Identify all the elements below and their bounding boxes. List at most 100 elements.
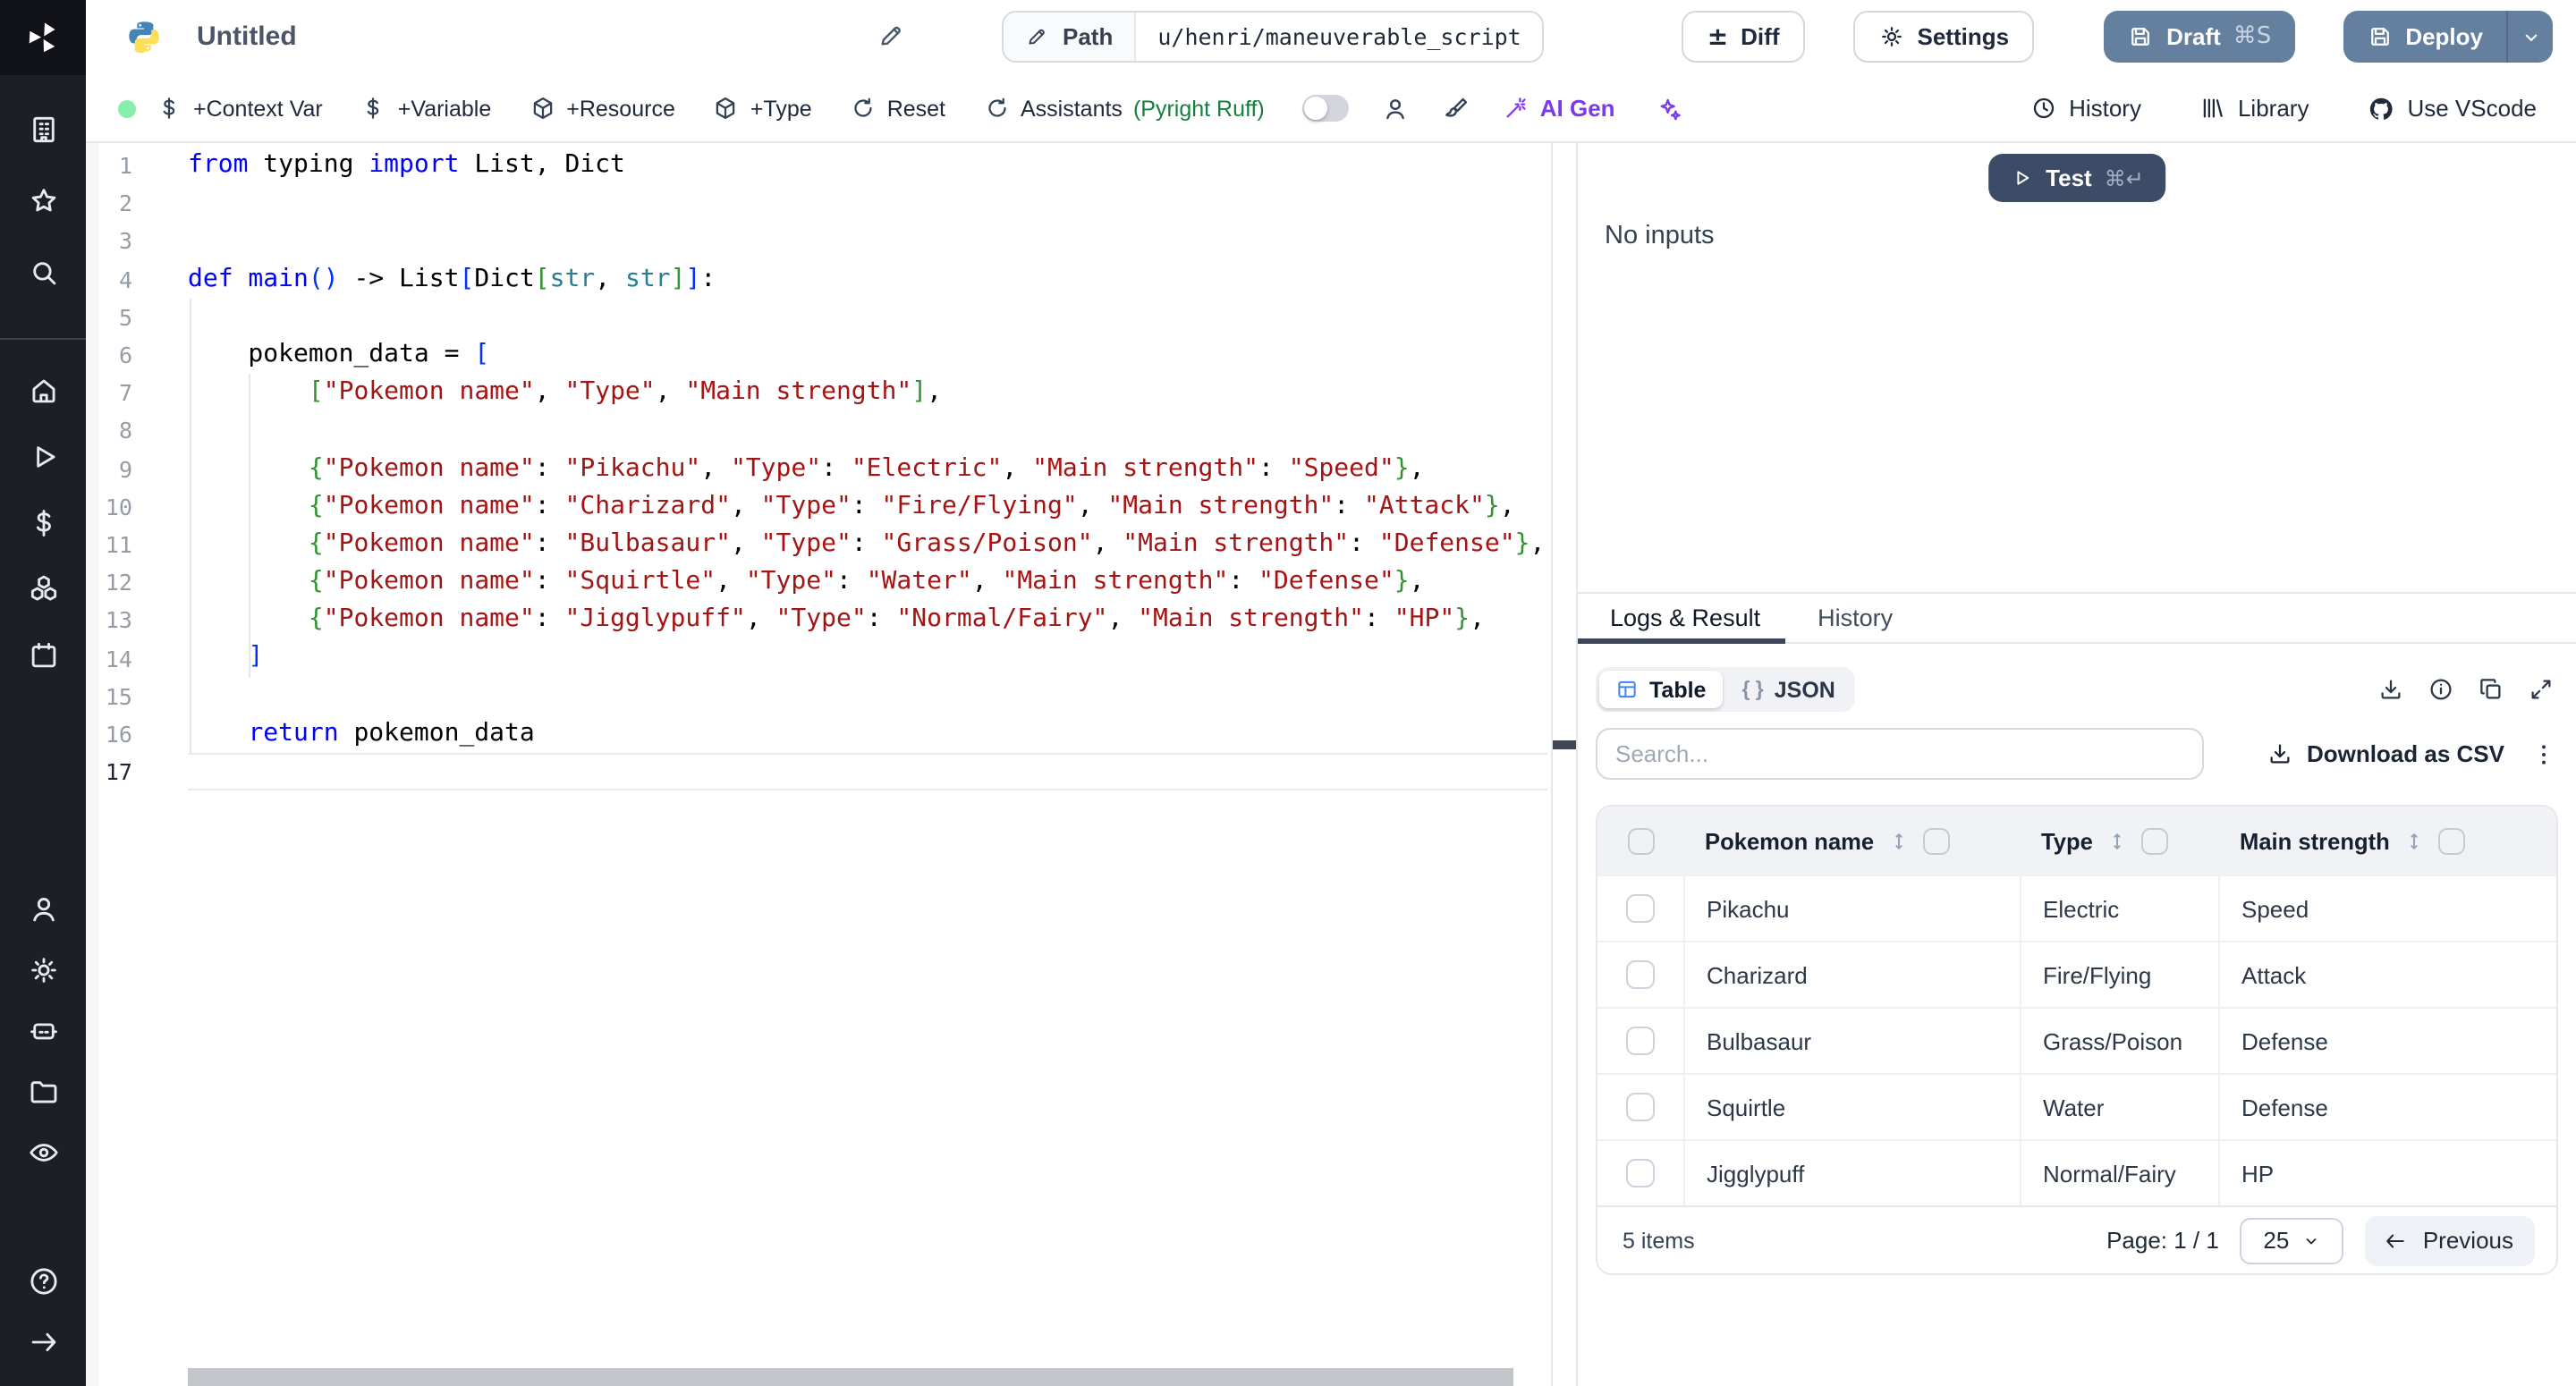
table-row[interactable]: SquirtleWaterDefense (1597, 1073, 2556, 1139)
table-row[interactable]: BulbasaurGrass/PoisonDefense (1597, 1007, 2556, 1073)
save-draft-button[interactable]: Draft ⌘S (2104, 11, 2294, 63)
code-editor[interactable]: 1from typing import List, Dict234def mai… (86, 143, 1553, 1386)
format-brush-button[interactable] (1442, 94, 1470, 123)
path-field[interactable]: Path u/henri/maneuverable_script (1002, 11, 1545, 63)
deploy-dropdown-button[interactable] (2506, 11, 2553, 63)
select-all-checkbox[interactable] (1627, 827, 1654, 854)
diff-mode-toggle[interactable] (1302, 95, 1349, 122)
diff-button[interactable]: ± Diff (1682, 11, 1805, 63)
deploy-button[interactable]: Deploy (2343, 11, 2506, 63)
column-title[interactable]: Type (2041, 827, 2093, 854)
tab-history[interactable]: History (1785, 594, 1918, 642)
sidebar-calendar-icon[interactable] (25, 637, 61, 672)
ai-gen-button[interactable]: AI Gen (1503, 95, 1615, 122)
sidebar-arrow-right-icon[interactable] (25, 1323, 61, 1359)
column-title[interactable]: Main strength (2240, 827, 2390, 854)
sort-icon[interactable] (2402, 829, 2426, 852)
toolbar-reset-button[interactable]: Reset (850, 95, 945, 122)
code-line: 2 (86, 184, 1551, 222)
view-table-option[interactable]: Table (1599, 671, 1722, 708)
play-icon (2010, 166, 2033, 190)
result-tabbar: Logs & Result History (1578, 594, 2576, 644)
sidebar-robot-icon[interactable] (25, 1012, 61, 1048)
code-line: 5 (86, 299, 1551, 336)
table-row[interactable]: JigglypuffNormal/FairyHP (1597, 1139, 2556, 1205)
panel-resize-divider[interactable] (1553, 143, 1578, 1386)
library-button[interactable]: Library (2199, 95, 2309, 122)
sidebar-star-icon[interactable] (25, 182, 61, 218)
script-title[interactable]: Untitled (197, 21, 297, 52)
row-checkbox[interactable] (1626, 894, 1655, 923)
code-line: 11 {"Pokemon name": "Bulbasaur", "Type":… (86, 526, 1551, 563)
page-indicator: Page: 1 / 1 (2106, 1227, 2219, 1254)
column-toggle-checkbox[interactable] (1922, 827, 1949, 854)
previous-page-button[interactable]: Previous (2366, 1215, 2535, 1265)
sidebar-group-bottom (0, 1263, 86, 1359)
code-line: 13 {"Pokemon name": "Jigglypuff", "Type"… (86, 602, 1551, 639)
ai-sparkles-button[interactable] (1655, 94, 1683, 123)
toolbar-type-button[interactable]: +Type (713, 95, 812, 122)
line-number: 9 (86, 455, 132, 482)
code-line: 10 {"Pokemon name": "Charizard", "Type":… (86, 487, 1551, 525)
sidebar-building-icon[interactable] (25, 111, 61, 147)
toolbar-variable-button[interactable]: +Variable (360, 95, 491, 122)
sort-icon[interactable] (1886, 829, 1910, 852)
tab-logs-result[interactable]: Logs & Result (1578, 594, 1785, 642)
table-cell: Defense (2218, 1075, 2556, 1139)
table-cell: Pikachu (1683, 876, 2020, 941)
row-checkbox[interactable] (1626, 1027, 1655, 1055)
download-result-icon[interactable] (2377, 676, 2404, 703)
table-search-row: Download as CSV (1596, 728, 2558, 780)
editor-toolbar: +Context Var +Variable +Resource +Type Reset… (86, 75, 2576, 143)
toolbar-resource-button[interactable]: +Resource (529, 95, 675, 122)
column-title[interactable]: Pokemon name (1705, 827, 1874, 854)
sidebar-folder-icon[interactable] (25, 1073, 61, 1109)
expand-result-icon[interactable] (2528, 676, 2555, 703)
column-toggle-checkbox[interactable] (2141, 827, 2168, 854)
column-toggle-checkbox[interactable] (2438, 827, 2465, 854)
left-sidebar (0, 0, 86, 1386)
sidebar-help-icon[interactable] (25, 1263, 61, 1298)
main-area: Untitled Path u/henri/maneuverable_scrip… (86, 0, 2576, 1386)
table-row[interactable]: PikachuElectricSpeed (1597, 875, 2556, 941)
table-row[interactable]: CharizardFire/FlyingAttack (1597, 941, 2556, 1007)
result-table: Pokemon name Type Main strength PikachuElec… (1596, 805, 2558, 1275)
sidebar-play-icon[interactable] (25, 438, 61, 474)
header-actions: ± Diff Settings Draft ⌘S Deploy (1682, 11, 2553, 63)
pagination-controls: Page: 1 / 1 25 Previous (2106, 1215, 2535, 1265)
info-icon[interactable] (2428, 676, 2454, 703)
column-header: Type (2020, 807, 2218, 875)
sidebar-home-icon[interactable] (25, 372, 61, 408)
row-checkbox[interactable] (1626, 960, 1655, 989)
windmill-logo[interactable] (0, 0, 86, 75)
sidebar-user-icon[interactable] (25, 891, 61, 926)
view-json-option[interactable]: { } JSON (1725, 671, 1851, 708)
code-line: 12 {"Pokemon name": "Squirtle", "Type": … (86, 563, 1551, 601)
sidebar-eye-icon[interactable] (25, 1134, 61, 1170)
sidebar-search-icon[interactable] (25, 254, 61, 290)
test-run-button[interactable]: Test ⌘↵ (1988, 154, 2165, 202)
settings-button[interactable]: Settings (1853, 11, 2035, 63)
table-cell: Speed (2218, 876, 2556, 941)
copy-result-icon[interactable] (2478, 676, 2504, 703)
history-button[interactable]: History (2029, 95, 2141, 122)
use-vscode-button[interactable]: Use VScode (2366, 94, 2537, 123)
row-checkbox[interactable] (1626, 1159, 1655, 1187)
page-size-select[interactable]: 25 (2241, 1217, 2344, 1263)
toolbar-context-var-button[interactable]: +Context Var (156, 95, 323, 122)
path-value[interactable]: u/henri/maneuverable_script (1136, 13, 1542, 61)
search-input[interactable] (1596, 728, 2204, 780)
line-number: 6 (86, 342, 132, 368)
sidebar-dollar-icon[interactable] (25, 504, 61, 540)
editor-horizontal-scrollbar[interactable] (188, 1368, 1513, 1386)
toolbar-assistants-button[interactable]: Assistants(Pyright Ruff) (983, 95, 1265, 122)
row-checkbox[interactable] (1626, 1093, 1655, 1121)
download-csv-button[interactable]: Download as CSV (2267, 740, 2504, 767)
table-grid-icon (1615, 678, 1639, 701)
sidebar-cubes-icon[interactable] (25, 570, 61, 606)
table-menu-kebab-icon[interactable] (2529, 739, 2558, 768)
edit-summary-pencil-icon[interactable] (877, 21, 905, 50)
collaborators-button[interactable] (1381, 94, 1410, 123)
sidebar-gear-icon[interactable] (25, 951, 61, 987)
sort-icon[interactable] (2106, 829, 2129, 852)
